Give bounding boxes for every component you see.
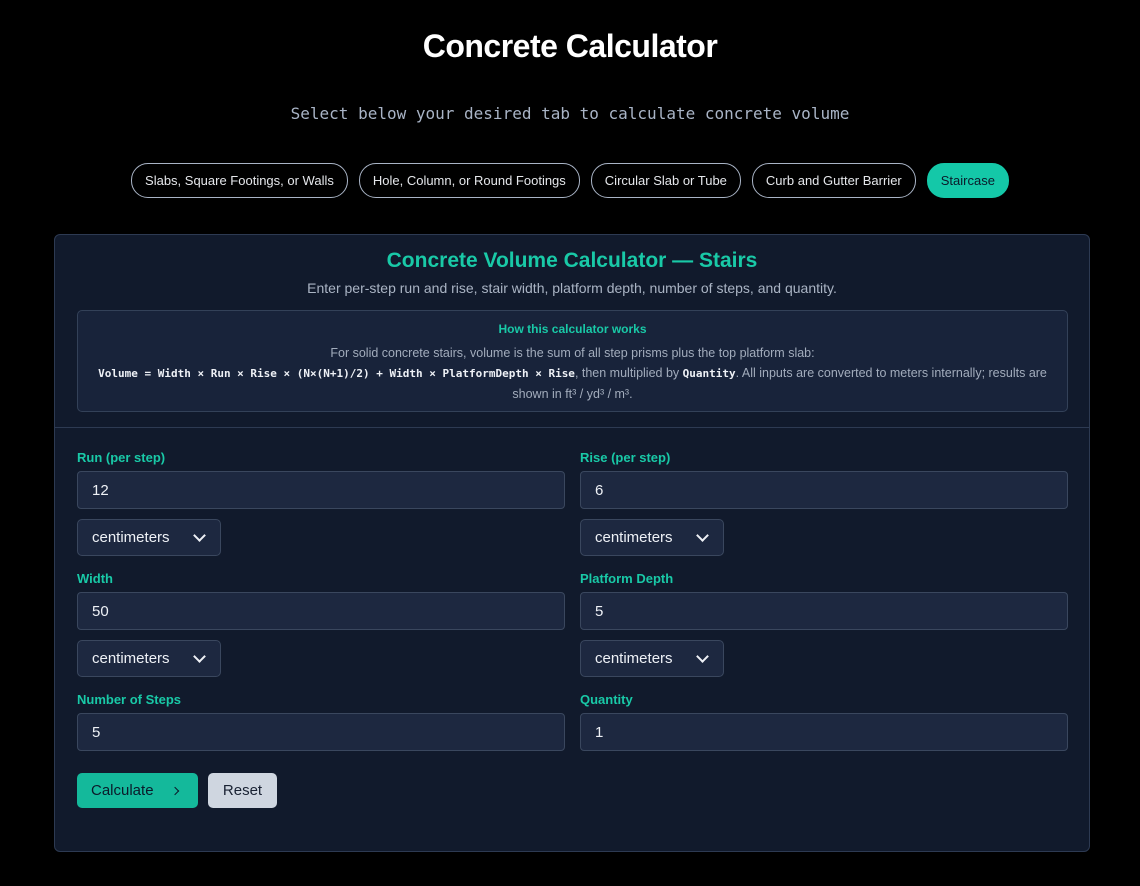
run-label: Run (per step) <box>77 450 166 465</box>
run-unit-value: centimeters <box>92 529 170 546</box>
calculate-label: Calculate <box>91 782 154 799</box>
tab-curb-gutter[interactable]: Curb and Gutter Barrier <box>751 163 916 198</box>
tab-hole-column[interactable]: Hole, Column, or Round Footings <box>358 163 580 198</box>
steps-input[interactable] <box>77 713 565 751</box>
calculator-title: Concrete Volume Calculator — Stairs <box>386 249 758 272</box>
rise-label: Rise (per step) <box>580 450 671 465</box>
steps-label: Number of Steps <box>77 692 182 707</box>
chevron-right-icon <box>170 786 179 795</box>
rise-unit-value: centimeters <box>595 529 673 546</box>
run-unit-select[interactable]: centimeters <box>77 519 221 556</box>
platform-depth-unit-value: centimeters <box>595 650 673 667</box>
width-unit-value: centimeters <box>92 650 170 667</box>
divider <box>55 427 1089 428</box>
rise-input[interactable] <box>580 471 1068 509</box>
quantity-input[interactable] <box>580 713 1068 751</box>
info-mid: , then multiplied by <box>574 366 683 380</box>
chevron-down-icon <box>193 529 206 542</box>
chevron-down-icon <box>193 650 206 663</box>
tab-staircase[interactable]: Staircase <box>926 163 1009 198</box>
page: Concrete Calculator Select below your de… <box>0 0 1140 886</box>
info-formula: Volume = Width × Run × Rise × (N×(N+1)/2… <box>98 367 575 380</box>
platform-depth-unit-select[interactable]: centimeters <box>580 640 724 677</box>
page-title: Concrete Calculator <box>422 28 718 64</box>
tab-circular-slab[interactable]: Circular Slab or Tube <box>590 163 741 198</box>
width-unit-select[interactable]: centimeters <box>77 640 221 677</box>
tab-slabs[interactable]: Slabs, Square Footings, or Walls <box>131 163 348 198</box>
info-quantity-word: Quantity <box>682 367 736 380</box>
calculator-card: Concrete Volume Calculator — Stairs Ente… <box>54 234 1090 852</box>
calculate-button[interactable]: Calculate <box>77 773 198 808</box>
rise-unit-select[interactable]: centimeters <box>580 519 724 556</box>
width-label: Width <box>77 571 113 586</box>
platform-depth-input[interactable] <box>580 592 1068 630</box>
chevron-down-icon <box>696 650 709 663</box>
info-line1: For solid concrete stairs, volume is the… <box>330 346 815 360</box>
reset-button[interactable]: Reset <box>208 773 277 808</box>
calculator-description: Enter per-step run and rise, stair width… <box>307 280 837 296</box>
width-input[interactable] <box>77 592 565 630</box>
page-subtitle: Select below your desired tab to calcula… <box>290 104 850 123</box>
info-title: How this calculator works <box>498 322 647 336</box>
calculator-tabs: Slabs, Square Footings, or Walls Hole, C… <box>0 163 1140 198</box>
quantity-label: Quantity <box>580 692 633 707</box>
run-input[interactable] <box>77 471 565 509</box>
chevron-down-icon <box>696 529 709 542</box>
info-text: For solid concrete stairs, volume is the… <box>90 343 1055 404</box>
platform-depth-label: Platform Depth <box>580 571 674 586</box>
info-box: How this calculator works For solid conc… <box>77 310 1068 412</box>
